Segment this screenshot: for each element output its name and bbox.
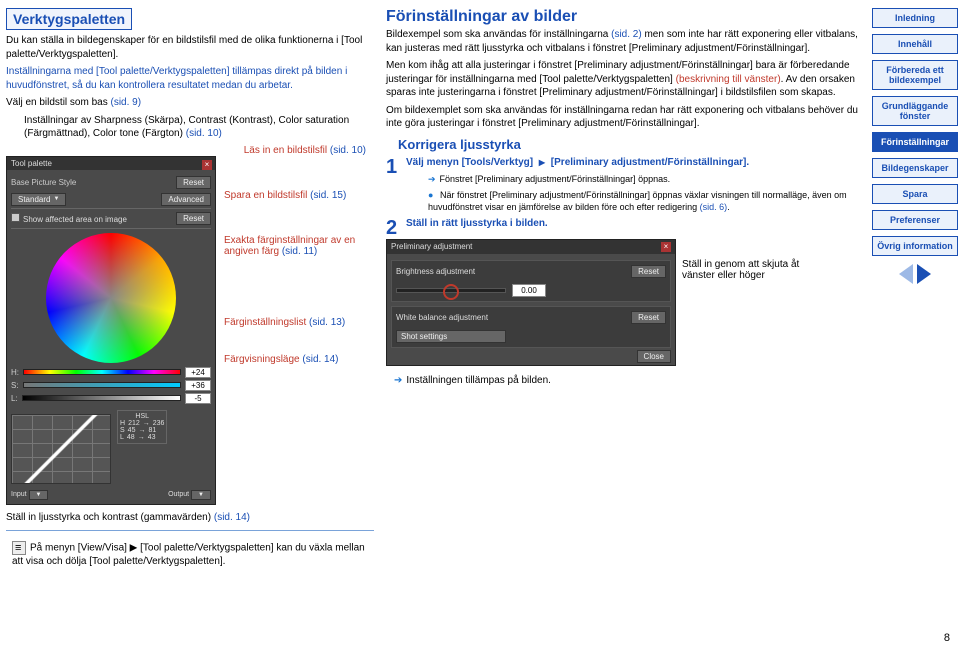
hsl-values: HSL H212→236 S45→81 L48→43 — [117, 410, 167, 444]
brightness-reset-button[interactable]: Reset — [631, 265, 666, 278]
step-1-sub-2: När fönstret [Preliminary adjustment/För… — [406, 189, 864, 213]
footer-view-note: På menyn [View/Visa] ▶ [Tool palette/Ver… — [6, 541, 374, 569]
nav-windows[interactable]: Grundläggande fönster — [872, 96, 958, 126]
nav-prefs[interactable]: Preferenser — [872, 210, 958, 230]
nav-save[interactable]: Spara — [872, 184, 958, 204]
wb-reset-button[interactable]: Reset — [631, 311, 666, 324]
note-icon — [12, 541, 26, 555]
nav-other[interactable]: Övrig information — [872, 236, 958, 256]
close-button[interactable]: Close — [637, 350, 671, 363]
heading-tool-palette: Verktygspaletten — [6, 8, 132, 30]
brightness-slider[interactable] — [396, 288, 506, 293]
close-icon[interactable]: × — [202, 160, 212, 170]
nav-prepare[interactable]: Förbereda ett bildexempel — [872, 60, 958, 90]
base-style-label: Base Picture Style — [11, 178, 76, 187]
brightness-label: Brightness adjustment — [396, 267, 475, 276]
heading-correct-brightness: Korrigera ljusstyrka — [398, 137, 864, 152]
bullet-sharpness: Inställningar av Sharpness (Skärpa), Con… — [6, 114, 374, 141]
step-number-1: 1 — [386, 156, 397, 179]
saturation-slider[interactable] — [23, 382, 181, 388]
step-number-2: 2 — [386, 217, 397, 240]
label-read-stylefile: Läs in en bildstilsfil (sid. 10) — [6, 145, 374, 156]
gamma-note: Ställ in ljusstyrka och kontrast (gammav… — [6, 511, 374, 525]
presets-paragraph-1: Bildexempel som ska användas för inställ… — [386, 28, 864, 55]
bullet-base-style: Välj en bildstil som bas (sid. 9) — [6, 96, 374, 110]
wb-dropdown[interactable]: Shot settings — [396, 330, 506, 343]
label-save-stylefile: Spara en bildstilsfil (sid. 15) — [224, 190, 374, 201]
step-1-text: Välj menyn [Tools/Verktyg] [Preliminary … — [406, 156, 864, 170]
advanced-button[interactable]: Advanced — [161, 193, 211, 206]
heading-presets: Förinställningar av bilder — [386, 8, 864, 26]
reset-button[interactable]: Reset — [176, 176, 211, 189]
step-1-sub-1: Fönstret [Preliminary adjustment/Förinst… — [406, 173, 864, 185]
lightness-slider[interactable] — [22, 395, 181, 401]
tool-palette-title: Tool palette — [11, 159, 52, 168]
close-icon[interactable]: × — [661, 242, 671, 252]
reset-button-2[interactable]: Reset — [176, 212, 211, 225]
step-2-text: Ställ in rätt ljusstyrka i bilden. — [406, 217, 864, 231]
presets-paragraph-3: Om bildexemplet som ska användas för ins… — [386, 104, 864, 131]
nav-presets[interactable]: Förinställningar — [872, 132, 958, 152]
nav-contents[interactable]: Innehåll — [872, 34, 958, 54]
brightness-value[interactable]: 0.00 — [512, 284, 546, 297]
page-number: 8 — [944, 632, 950, 644]
tool-palette-panel: Tool palette × Base Picture Style Reset S… — [6, 156, 216, 505]
show-affected-checkbox[interactable] — [11, 213, 20, 222]
tool-palette-intro-2: Inställningarna med [Tool palette/Verkty… — [6, 65, 374, 92]
label-color-list: Färginställningslist (sid. 13) — [224, 317, 374, 328]
label-exact-color: Exakta färginställningar av en angiven f… — [224, 235, 374, 257]
pa-title: Preliminary adjustment — [391, 242, 472, 251]
preliminary-adjustment-panel: Preliminary adjustment × Brightness adjus… — [386, 239, 676, 366]
nav-intro[interactable]: Inledning — [872, 8, 958, 28]
color-wheel[interactable] — [46, 233, 176, 363]
presets-paragraph-2: Men kom ihåg att alla justeringar i föns… — [386, 59, 864, 100]
applied-note: Inställningen tillämpas på bilden. — [386, 374, 864, 388]
input-mode-dropdown[interactable] — [29, 490, 49, 500]
prev-page-icon[interactable] — [899, 264, 913, 284]
wb-label: White balance adjustment — [396, 313, 488, 322]
next-page-icon[interactable] — [917, 264, 931, 284]
label-color-mode: Färgvisningsläge (sid. 14) — [224, 354, 374, 365]
hue-slider[interactable] — [23, 369, 181, 375]
tool-palette-intro-1: Du kan ställa in bildegenskaper för en b… — [6, 34, 374, 61]
output-mode-dropdown[interactable] — [191, 490, 211, 500]
sidebar-nav: Inledning Innehåll Förbereda ett bildexe… — [870, 0, 960, 650]
base-style-dropdown[interactable]: Standard — [11, 193, 66, 206]
drag-note: Ställ in genom att skjuta åt vänster ell… — [682, 259, 822, 281]
nav-properties[interactable]: Bildegenskaper — [872, 158, 958, 178]
tone-curve[interactable] — [11, 414, 111, 484]
